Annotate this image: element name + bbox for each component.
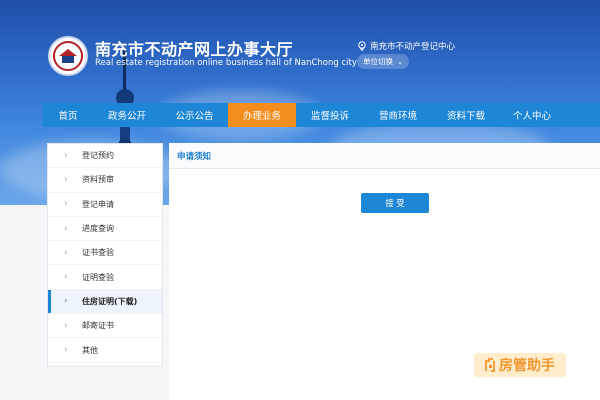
location-indicator: 南充市不动产登记中心: [357, 40, 455, 52]
sidebar-item-appointment[interactable]: › 登记预约: [48, 144, 162, 169]
nav-item-gov-affairs[interactable]: 政务公开: [93, 103, 161, 127]
sidebar-item-label: 登记申请: [82, 199, 114, 209]
chevron-right-icon: ›: [64, 320, 68, 331]
watermark: 房管助手: [474, 353, 566, 377]
chevron-right-icon: ›: [64, 223, 68, 234]
unit-switch-label: 单位切换: [363, 57, 393, 66]
chevron-down-icon: ⌄: [397, 57, 404, 66]
main-nav: 首页 政务公开 公示公告 办理业务 监督投诉 营商环境 资料下载 个人中心: [43, 103, 600, 127]
chevron-right-icon: ›: [64, 174, 68, 185]
sidebar-item-label: 登记预约: [82, 151, 114, 161]
panel-header: 申请须知: [169, 143, 600, 169]
house-emblem-icon: [53, 41, 83, 71]
chevron-right-icon: ›: [64, 296, 68, 307]
sidebar-item-mail-certificate[interactable]: › 邮寄证书: [48, 314, 162, 339]
chevron-right-icon: ›: [64, 150, 68, 161]
sidebar-item-label: 证明查验: [82, 272, 114, 282]
nav-item-home[interactable]: 首页: [43, 103, 93, 127]
sidebar-item-other[interactable]: › 其他: [48, 338, 162, 363]
nav-item-handle-business[interactable]: 办理业务: [228, 103, 296, 127]
site-title: 南充市不动产网上办事大厅: [95, 40, 294, 59]
sidebar-item-label: 资料预审: [82, 175, 114, 185]
sidebar-item-registration-apply[interactable]: › 登记申请: [48, 193, 162, 217]
location-pin-icon: [358, 41, 366, 51]
nav-item-business-environment[interactable]: 营商环境: [364, 103, 432, 127]
panel-title: 申请须知: [177, 151, 212, 162]
house-manager-logo-icon: [485, 358, 495, 372]
accept-button[interactable]: 接 受: [361, 193, 429, 213]
site-logo[interactable]: [48, 36, 88, 76]
business-sidebar: › 登记预约 › 资料预审 › 登记申请 › 进度查询 › 证书查验 › 证明查…: [47, 143, 163, 367]
sidebar-item-label: 住房证明(下载): [82, 296, 138, 306]
sidebar-item-label: 其他: [82, 345, 98, 355]
nav-item-complaints[interactable]: 监督投诉: [296, 103, 364, 127]
sidebar-item-progress-query[interactable]: › 进度查询: [48, 217, 162, 242]
chevron-right-icon: ›: [64, 199, 68, 210]
nav-item-personal-center[interactable]: 个人中心: [500, 103, 564, 127]
site-subtitle: Real estate registration online business…: [95, 58, 357, 68]
sidebar-item-label: 证书查验: [82, 248, 114, 258]
sidebar-item-label: 进度查询: [82, 224, 114, 234]
location-name: 南充市不动产登记中心: [370, 42, 456, 52]
nav-item-announcements[interactable]: 公示公告: [161, 103, 228, 127]
watermark-text: 房管助手: [499, 358, 555, 374]
sidebar-item-pre-review[interactable]: › 资料预审: [48, 168, 162, 193]
unit-switch-dropdown[interactable]: 单位切换 ⌄: [357, 54, 410, 69]
sidebar-item-proof-check[interactable]: › 证明查验: [48, 265, 162, 290]
chevron-right-icon: ›: [64, 247, 68, 258]
sidebar-item-housing-proof-download[interactable]: › 住房证明(下载): [48, 289, 162, 315]
sidebar-item-label: 邮寄证书: [82, 321, 114, 331]
chevron-right-icon: ›: [64, 345, 68, 356]
chevron-right-icon: ›: [64, 272, 68, 283]
sidebar-item-certificate-check[interactable]: › 证书查验: [48, 241, 162, 266]
nav-item-downloads[interactable]: 资料下载: [432, 103, 500, 127]
